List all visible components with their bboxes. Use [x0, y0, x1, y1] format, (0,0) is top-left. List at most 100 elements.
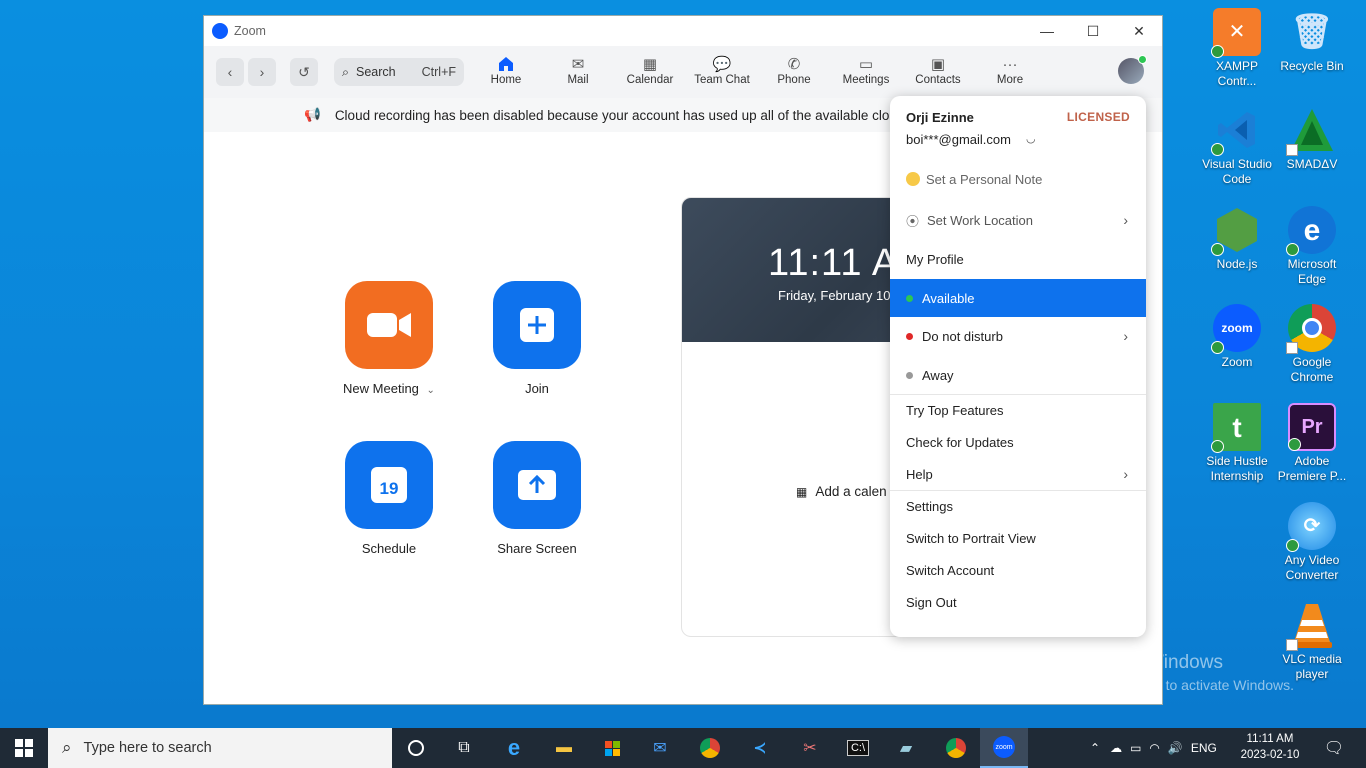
tab-more[interactable]: ··· More [974, 54, 1046, 87]
desktop-icon-label: Google Chrome [1290, 355, 1334, 384]
history-icon: ↺ [298, 63, 310, 80]
tab-meetings[interactable]: ▭ Meetings [830, 54, 902, 86]
tab-team-chat[interactable]: 💬 Team Chat [686, 54, 758, 86]
mail-taskbar-icon[interactable]: ✉ [636, 728, 684, 768]
license-badge: LICENSED [1066, 110, 1130, 124]
history-button[interactable]: ↺ [290, 58, 318, 86]
tab-calendar[interactable]: ▦ Calendar [614, 54, 686, 86]
add-calendar-link[interactable]: ▦ Add a calen [796, 484, 887, 499]
file-explorer-icon[interactable]: ▬ [540, 728, 588, 768]
store-icon[interactable] [588, 728, 636, 768]
chevron-up-icon[interactable]: ⌃ [1090, 741, 1100, 755]
chevron-right-icon: › [259, 64, 265, 80]
share-screen-button[interactable] [493, 441, 581, 529]
banner-text: Cloud recording has been disabled becaus… [334, 107, 905, 123]
desktop-icon-any-video[interactable]: ⟳ Any Video Converter [1273, 502, 1351, 583]
desktop-icon-label: Side Hustle Internship [1206, 454, 1268, 483]
tab-home[interactable]: Home [470, 54, 542, 86]
join-button[interactable] [493, 281, 581, 369]
tab-label: Mail [567, 74, 589, 86]
schedule-button[interactable]: 19 [345, 441, 433, 529]
desktop-icon-smadav[interactable]: SMADΔV [1273, 106, 1351, 172]
join-label: Join [525, 381, 549, 396]
notifications-icon[interactable]: 🗨 [1310, 728, 1358, 768]
avatar[interactable] [1118, 55, 1147, 84]
sign-out-item[interactable]: Sign Out [890, 584, 1146, 620]
tab-label: Phone [777, 74, 811, 86]
search-shortcut: Ctrl+F [421, 65, 456, 79]
desktop-icon-recycle-bin[interactable]: 🗑 Recycle Bin [1273, 8, 1351, 74]
edge-taskbar-icon[interactable]: e [490, 728, 538, 768]
desktop-icon-side-hustle[interactable]: t Side Hustle Internship [1198, 403, 1276, 484]
status-available-item[interactable]: Available [890, 279, 1146, 317]
desktop-icon-xampp[interactable]: ✕ XAMPP Contr... [1198, 8, 1276, 89]
forward-button[interactable]: › [248, 58, 276, 86]
status-dnd-item[interactable]: Do not disturb › [890, 317, 1146, 355]
notepad-icon[interactable]: ▰ [882, 728, 930, 768]
tab-mail[interactable]: ✉ Mail [542, 54, 614, 86]
vscode-icon [1211, 106, 1261, 156]
new-meeting-button[interactable] [345, 281, 433, 369]
tab-label: Meetings [842, 74, 890, 86]
volume-icon[interactable]: 🔊 [1168, 741, 1183, 755]
help-item[interactable]: Help › [890, 456, 1146, 492]
taskbar-date: 2023-02-10 [1240, 749, 1300, 761]
search-icon: ⌕ [342, 64, 350, 79]
location-pin-icon: ⦿ [906, 213, 920, 229]
desktop-icon-chrome[interactable]: Google Chrome [1273, 304, 1351, 385]
taskbar-search[interactable]: ⌕ Type here to search [48, 728, 392, 768]
chevron-right-icon: › [1123, 212, 1128, 228]
wifi-icon[interactable]: ◠ [1149, 741, 1159, 755]
vlc-icon [1286, 601, 1336, 651]
desktop-icon-label: Zoom [1221, 355, 1253, 369]
cloud-icon[interactable]: ☁ [1110, 741, 1122, 755]
switch-account-item[interactable]: Switch Account [890, 552, 1146, 588]
battery-icon[interactable]: ▭ [1130, 741, 1141, 755]
top-features-item[interactable]: Try Top Features [890, 392, 1146, 428]
settings-item[interactable]: Settings [890, 488, 1146, 524]
calendar-icon: ▦ [796, 485, 808, 499]
desktop-icon-label: Adobe Premiere P... [1277, 454, 1347, 483]
available-status-icon [906, 294, 913, 302]
personal-note-item[interactable]: Set a Personal Note [890, 160, 1146, 198]
desktop-icon-zoom[interactable]: zoom Zoom [1198, 304, 1276, 370]
tab-phone[interactable]: ✆ Phone [758, 54, 830, 86]
desktop-icon-vscode[interactable]: Visual Studio Code [1198, 106, 1276, 187]
desktop-icon-label: Any Video Converter [1284, 553, 1340, 582]
snipping-tool-icon[interactable]: ✂ [786, 728, 834, 768]
search-box[interactable]: ⌕ Search Ctrl+F [334, 58, 464, 86]
more-icon: ··· [1002, 55, 1018, 73]
chrome-profile-taskbar-icon[interactable] [932, 728, 980, 768]
work-location-item[interactable]: ⦿ Set Work Location › [890, 201, 1146, 239]
clock-display: 11:11 A [768, 242, 899, 284]
close-button[interactable]: ✕ [1116, 16, 1162, 46]
zoom-taskbar-icon[interactable]: zoom [980, 728, 1028, 768]
vscode-taskbar-icon[interactable]: ≺ [736, 728, 784, 768]
minimize-button[interactable]: — [1024, 16, 1070, 46]
my-profile-item[interactable]: My Profile [890, 240, 1146, 278]
taskbar-clock[interactable]: 11:11 AM 2023-02-10 [1240, 731, 1300, 763]
eye-hidden-icon[interactable]: ◡ [1026, 132, 1036, 145]
home-icon [470, 54, 542, 74]
chevron-down-icon[interactable]: ⌄ [427, 385, 435, 396]
phone-icon: ✆ [787, 56, 801, 73]
desktop-icon-label: SMADΔV [1286, 157, 1338, 171]
tab-contacts[interactable]: ▣ Contacts [902, 54, 974, 86]
video-icon: ▭ [858, 56, 874, 73]
back-button[interactable]: ‹ [216, 58, 244, 86]
portrait-view-item[interactable]: Switch to Portrait View [890, 520, 1146, 556]
start-button[interactable] [0, 728, 48, 768]
recycle-bin-icon: 🗑 [1290, 12, 1334, 51]
maximize-button[interactable]: ☐ [1070, 16, 1116, 46]
desktop-icon-nodejs[interactable]: Node.js [1198, 206, 1276, 272]
language-indicator[interactable]: ENG [1191, 741, 1217, 755]
terminal-icon[interactable]: C:\ [834, 728, 882, 768]
desktop-icon-premiere[interactable]: Pr Adobe Premiere P... [1273, 403, 1351, 484]
cortana-icon[interactable] [392, 728, 440, 768]
tab-label: Home [490, 74, 522, 86]
check-updates-item[interactable]: Check for Updates [890, 424, 1146, 460]
status-away-item[interactable]: Away [890, 356, 1146, 394]
chrome-taskbar-icon[interactable] [686, 728, 734, 768]
desktop-icon-edge[interactable]: e Microsoft Edge [1273, 206, 1351, 287]
task-view-icon[interactable]: ⧉ [440, 728, 488, 768]
